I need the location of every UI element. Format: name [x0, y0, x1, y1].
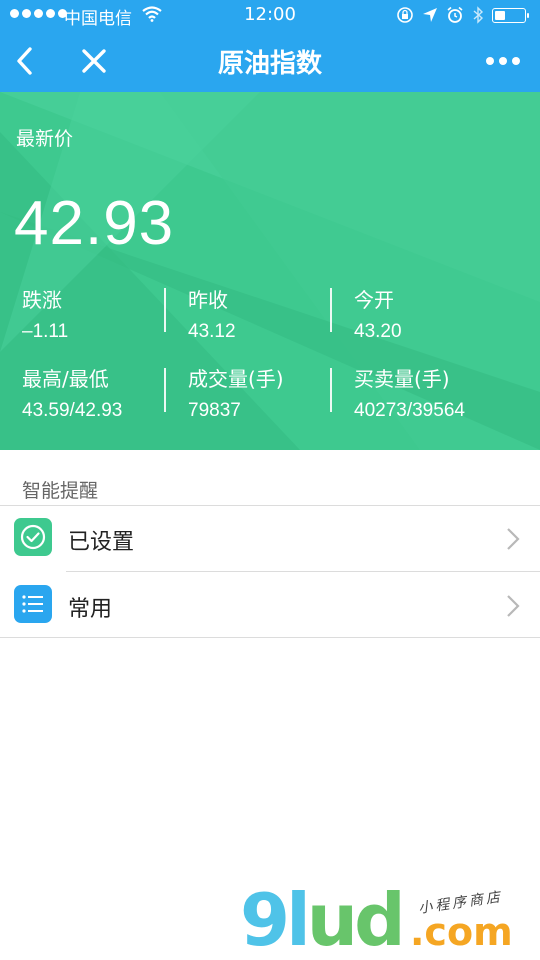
more-dots-icon[interactable] [486, 52, 522, 70]
chevron-right-icon [507, 595, 520, 617]
stat-label: 成交量(手) [188, 367, 284, 391]
stat-divider [164, 288, 166, 332]
divider [0, 637, 540, 638]
reminder-item-common[interactable]: 常用 [0, 572, 540, 638]
stat-high-low: 最高/最低 43.59/42.93 [22, 363, 192, 422]
reminder-item-configured[interactable]: 已设置 [0, 505, 540, 571]
stat-divider [164, 368, 166, 412]
battery-icon [492, 7, 529, 23]
top-bar: 中国电信 12:00 原油指数 [0, 0, 540, 92]
stat-value: 43.59/42.93 [22, 400, 123, 421]
stat-prev-close: 昨收 43.12 [188, 284, 358, 343]
check-circle-icon [14, 518, 52, 556]
reminder-item-label: 已设置 [68, 530, 135, 555]
bluetooth-icon [473, 6, 484, 24]
stat-divider [330, 288, 332, 332]
stat-label: 买卖量(手) [354, 367, 450, 391]
stat-divider [330, 368, 332, 412]
quote-panel: 最新价 42.93 跌涨 –1.11 昨收 43.12 今开 43.20 最高/… [0, 92, 540, 450]
latest-price-value: 42.93 [14, 189, 175, 258]
alarm-icon [447, 6, 463, 23]
watermark-domain: .com [410, 910, 513, 954]
stat-value: 43.12 [188, 321, 236, 342]
rotation-lock-icon [397, 7, 413, 23]
nav-bar: 原油指数 [0, 30, 540, 92]
watermark-logo: 9lud 小程序商店 .com [240, 880, 540, 960]
battery-level [495, 10, 505, 20]
stat-label: 昨收 [188, 288, 228, 312]
latest-price-label: 最新价 [16, 128, 74, 150]
chevron-right-icon [507, 528, 520, 550]
stat-value: 40273/39564 [354, 400, 465, 421]
stat-label: 最高/最低 [22, 367, 109, 391]
location-icon [423, 8, 437, 22]
stat-open: 今开 43.20 [354, 284, 524, 343]
stat-bid-ask: 买卖量(手) 40273/39564 [354, 363, 540, 422]
list-icon [14, 585, 52, 623]
stat-volume: 成交量(手) 79837 [188, 363, 358, 422]
section-title-smart-reminders: 智能提醒 [22, 480, 99, 502]
stat-change: 跌涨 –1.11 [22, 284, 192, 343]
stat-value: –1.11 [22, 321, 69, 342]
status-bar: 中国电信 12:00 [0, 0, 540, 30]
stat-label: 今开 [354, 288, 394, 312]
chevron-left-icon[interactable] [12, 44, 38, 78]
status-icons [396, 6, 529, 24]
close-icon[interactable] [80, 46, 108, 76]
stat-value: 43.20 [354, 321, 402, 342]
watermark-brand: 9lud [240, 878, 406, 960]
reminder-item-label: 常用 [68, 597, 113, 622]
stat-label: 跌涨 [22, 288, 62, 312]
stat-value: 79837 [188, 400, 241, 421]
